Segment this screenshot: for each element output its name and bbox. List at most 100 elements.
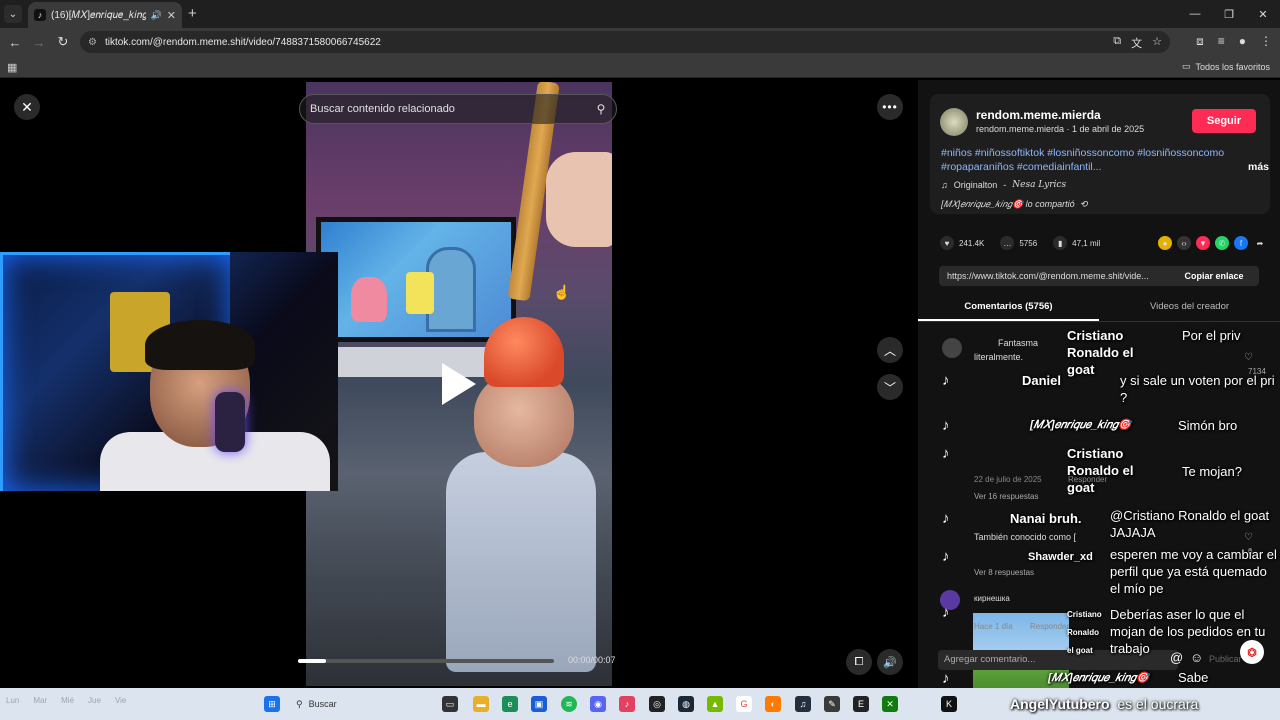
chat-message: y si sale un voten por el pri ? <box>1120 373 1275 405</box>
follow-button[interactable]: Seguir <box>1192 109 1256 133</box>
extensions-icon[interactable]: ⧈ <box>1196 34 1204 49</box>
edge-icon[interactable]: e <box>502 696 518 712</box>
forward-button[interactable]: → <box>27 35 51 50</box>
time-readout: 00:00/00:07 <box>568 655 616 665</box>
chat-user: Cristiano Ronaldo el goat <box>1067 328 1134 377</box>
chat-user: AngelYutubero es el oucrara <box>1010 696 1198 712</box>
whatsapp-icon[interactable]: ✆ <box>1215 236 1229 250</box>
shared-by: [𝑀𝑋]𝑒𝑛𝑟𝑖𝑞𝑢𝑒_𝑘𝑖𝑛𝑔🎯 lo compartió ⟲ <box>941 199 1087 210</box>
chat-user: Shawder_xd <box>1028 551 1093 563</box>
share-url[interactable]: https://www.tiktok.com/@rendom.meme.shit… <box>947 271 1169 281</box>
profile-avatar[interactable]: ● <box>1239 34 1246 49</box>
view-replies-link[interactable]: Ver 8 respuestas <box>974 568 1034 577</box>
view-replies-link[interactable]: Ver 16 respuestas <box>974 492 1038 501</box>
taskbar-item: Mié <box>61 696 75 705</box>
install-app-icon[interactable]: ⧉ <box>1113 35 1121 51</box>
microphone <box>215 392 245 452</box>
save-action[interactable]: ▮ 47,1 mil <box>1053 236 1100 250</box>
file-explorer-icon[interactable]: ▬ <box>473 696 489 712</box>
app-icon[interactable]: ✎ <box>824 696 840 712</box>
new-tab-button[interactable]: + <box>188 5 197 22</box>
minimize-button[interactable]: — <box>1178 0 1212 28</box>
hashtags-text[interactable]: #niños #niñossoftiktok #losniñossoncomo … <box>941 147 1224 173</box>
chat-message: Sabe <box>1178 670 1209 685</box>
reply-link[interactable]: Responder <box>1030 622 1069 631</box>
app-icon[interactable]: ◎ <box>649 696 665 712</box>
discord-icon[interactable]: ◉ <box>590 696 606 712</box>
shared-text: [𝑀𝑋]𝑒𝑛𝑟𝑖𝑞𝑢𝑒_𝑘𝑖𝑛𝑔🎯 lo compartió <box>941 199 1075 209</box>
search-icon: ⚲ <box>296 698 303 709</box>
related-search-input[interactable]: Buscar contenido relacionado ⚲ <box>299 94 617 124</box>
apps-grid-icon[interactable]: ▦ <box>7 61 17 74</box>
search-icon[interactable]: ⚲ <box>586 95 616 123</box>
like-action[interactable]: ♥ 241.4K <box>940 236 984 250</box>
tab-close-icon[interactable]: ✕ <box>167 9 176 22</box>
tiktok-app-icon[interactable]: ♪ <box>619 696 635 712</box>
xbox-icon[interactable]: ✕ <box>882 696 898 712</box>
app-icon[interactable]: K <box>941 696 957 712</box>
floating-player-icon[interactable]: ⧠ <box>846 649 872 675</box>
amazon-music-icon[interactable]: ♫ <box>795 696 811 712</box>
comment-user[interactable]: Fantasma <box>998 338 1038 348</box>
more-icon[interactable]: ••• <box>877 94 903 120</box>
tab-comments[interactable]: Comentarios (5756) <box>918 296 1099 321</box>
epic-games-icon[interactable]: E <box>853 696 869 712</box>
taskbar-left: Lun Mar Mié Jue Vie <box>6 696 126 705</box>
all-bookmarks[interactable]: ▭ Todos los favoritos <box>1182 61 1270 72</box>
browser-tab[interactable]: ♪ (16)[𝑀𝑋]𝑒𝑛𝑟𝑖𝑞𝑢𝑒_𝑘𝑖𝑛𝑔 🔊 ✕ <box>28 2 182 28</box>
seek-progress <box>298 659 327 663</box>
tiktok-favicon-icon: ♪ <box>34 9 46 21</box>
translate-icon[interactable]: 文 <box>1131 35 1142 51</box>
app-icon[interactable]: ◐ <box>765 696 781 712</box>
back-button[interactable]: ← <box>3 35 27 50</box>
site-info-icon[interactable]: ⚙ <box>88 37 97 48</box>
omnibox[interactable]: ⚙ tiktok.com/@rendom.meme.shit/video/748… <box>80 31 1170 53</box>
facebook-icon[interactable]: f <box>1234 236 1248 250</box>
save-count: 47,1 mil <box>1072 238 1101 248</box>
chevron-up-icon[interactable]: ︿ <box>877 337 903 363</box>
tiktok-icon: ♪ <box>942 670 950 687</box>
tab-title: (16)[𝑀𝑋]𝑒𝑛𝑟𝑖𝑞𝑢𝑒_𝑘𝑖𝑛𝑔 <box>51 9 146 21</box>
close-icon[interactable]: ✕ <box>14 94 40 120</box>
tab-audio-icon[interactable]: 🔊 <box>151 10 162 21</box>
steam-icon[interactable]: ◍ <box>678 696 694 712</box>
store-icon[interactable]: ▣ <box>531 696 547 712</box>
author-avatar[interactable] <box>940 108 968 136</box>
tab-search-button[interactable]: ⌄ <box>4 5 22 23</box>
tab-creator-videos[interactable]: Videos del creador <box>1099 296 1280 321</box>
reload-button[interactable]: ↻ <box>51 34 75 50</box>
volume-icon[interactable]: 🔊 <box>877 649 903 675</box>
bookmark-star-icon[interactable]: ☆ <box>1152 35 1162 51</box>
play-icon[interactable] <box>442 363 476 405</box>
send-icon[interactable]: ▼ <box>1196 236 1210 250</box>
copy-link-button[interactable]: Copiar enlace <box>1169 271 1259 281</box>
embed-icon[interactable]: ‹› <box>1177 236 1191 250</box>
author-name[interactable]: rendom.meme.mierda <box>976 108 1101 122</box>
task-view-icon[interactable]: ▭ <box>442 696 458 712</box>
spotify-icon[interactable]: ≋ <box>561 696 577 712</box>
chevron-down-icon[interactable]: ﹀ <box>877 374 903 400</box>
nvidia-icon[interactable]: ▲ <box>707 696 723 712</box>
seek-bar[interactable] <box>298 659 554 663</box>
music-info[interactable]: ♫ Originalton - Nesa Lyrics <box>941 180 1066 190</box>
comment-avatar[interactable] <box>942 338 962 358</box>
taskbar-search[interactable]: ⚲ Buscar <box>292 695 432 713</box>
comment-like-icon[interactable]: ♡ <box>1244 352 1253 363</box>
menu-icon[interactable]: ⋮ <box>1260 34 1272 49</box>
chrome-icon[interactable]: G <box>736 696 752 712</box>
windows-start-icon[interactable]: ⊞ <box>264 696 280 712</box>
comment-count: 5756 <box>1019 238 1038 248</box>
hashtags[interactable]: #niños #niñossoftiktok #losniñossoncomo … <box>941 146 1269 174</box>
comment-user[interactable]: кирнешка <box>974 594 1010 603</box>
panel-tabs: Comentarios (5756) Videos del creador <box>918 296 1280 322</box>
share-icon[interactable]: ➦ <box>1253 236 1267 250</box>
coin-icon[interactable]: ● <box>1158 236 1172 250</box>
restore-button[interactable]: ❐ <box>1212 0 1246 28</box>
tiktok-icon: ♪ <box>942 548 950 565</box>
window-close-button[interactable]: ✕ <box>1246 0 1280 28</box>
media-icon[interactable]: ≡ <box>1218 34 1225 49</box>
taskbar-item: Mar <box>33 696 48 705</box>
music-artist: Nesa Lyrics <box>1012 180 1067 190</box>
comment-action[interactable]: … 5756 <box>1000 236 1037 250</box>
more-link[interactable]: más <box>1248 160 1269 174</box>
